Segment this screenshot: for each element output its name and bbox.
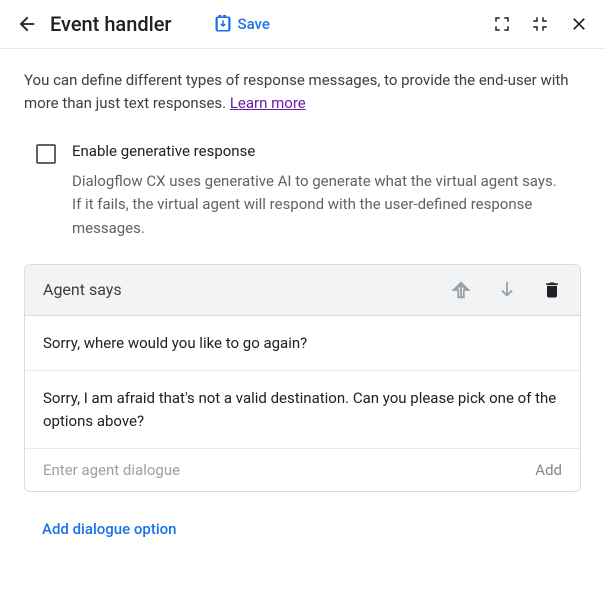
generative-label: Enable generative response (72, 142, 569, 160)
generative-checkbox[interactable] (36, 144, 56, 164)
agent-says-header: Agent says (25, 265, 580, 316)
save-icon (214, 15, 232, 33)
back-arrow-icon[interactable] (16, 13, 38, 35)
close-icon[interactable] (569, 14, 589, 34)
add-dialogue-option-button[interactable]: Add dialogue option (24, 520, 581, 538)
save-label: Save (238, 15, 270, 33)
response-row[interactable]: Sorry, where would you like to go again? (25, 316, 580, 372)
move-up-icon[interactable] (450, 279, 472, 301)
header-actions (493, 14, 589, 34)
content-area: You can define different types of respon… (0, 49, 605, 558)
generative-section: Enable generative response Dialogflow CX… (24, 142, 581, 264)
collapse-icon[interactable] (531, 15, 549, 33)
agent-says-card: Agent says Sorry, where would you like t… (24, 264, 581, 493)
add-button[interactable]: Add (523, 461, 562, 479)
dialogue-input[interactable] (43, 461, 523, 479)
learn-more-link[interactable]: Learn more (230, 94, 306, 112)
move-down-icon[interactable] (496, 279, 518, 301)
dialogue-input-row: Add (25, 449, 580, 491)
page-title: Event handler (50, 12, 172, 36)
save-button[interactable]: Save (214, 15, 270, 33)
generative-description: Dialogflow CX uses generative AI to gene… (72, 170, 569, 240)
expand-icon[interactable] (493, 15, 511, 33)
agent-says-title: Agent says (43, 280, 450, 299)
response-row[interactable]: Sorry, I am afraid that's not a valid de… (25, 371, 580, 449)
header-bar: Event handler Save (0, 0, 605, 49)
intro-text: You can define different types of respon… (24, 69, 581, 114)
delete-icon[interactable] (542, 280, 562, 300)
